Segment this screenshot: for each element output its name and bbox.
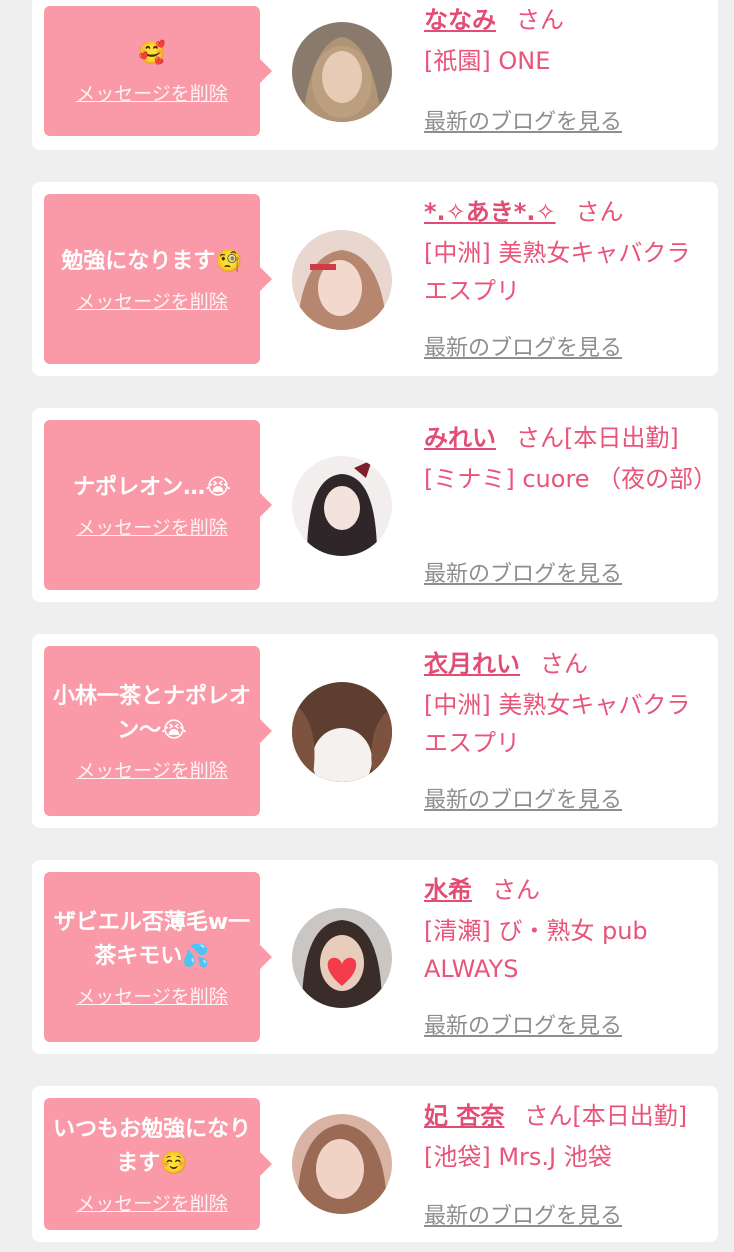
user-name-link[interactable]: 水希 bbox=[424, 876, 472, 904]
message-bubble: 小林一茶とナポレオン〜😭 メッセージを削除 bbox=[44, 646, 272, 816]
message-text: 小林一茶とナポレオン〜😭 bbox=[52, 683, 251, 743]
message-card: いつもお勉強になります☺️ メッセージを削除 妃 杏奈 さん[本日出勤] [池袋]… bbox=[32, 1086, 718, 1242]
shop-name: [祇園] ONE bbox=[424, 47, 551, 75]
delete-message-link[interactable]: メッセージを削除 bbox=[76, 756, 228, 783]
user-name-link[interactable]: 妃 杏奈 bbox=[424, 1102, 504, 1130]
avatar[interactable] bbox=[292, 1114, 392, 1214]
name-line: ななみ さん bbox=[424, 2, 712, 38]
message-feed: 🥰 メッセージを削除 ななみ さん [祇園] ONE 最新のブログを見る 勉強にな… bbox=[0, 0, 734, 1252]
delete-message-link[interactable]: メッセージを削除 bbox=[76, 79, 228, 106]
avatar[interactable] bbox=[292, 908, 392, 1008]
user-name-link[interactable]: みれい bbox=[424, 424, 496, 452]
avatar[interactable] bbox=[292, 230, 392, 330]
name-line: みれい さん[本日出勤] bbox=[424, 420, 712, 456]
name-line: *.✧あき*.✧ さん bbox=[424, 194, 712, 230]
user-info: みれい さん[本日出勤] [ミナミ] cuore （夜の部） bbox=[424, 420, 718, 498]
message-bubble: ナポレオン…😭 メッセージを削除 bbox=[44, 420, 272, 590]
message-card: ザビエル否薄毛w一茶キモい💦 メッセージを削除 水希 さん [清瀬] び・熟女 p… bbox=[32, 860, 718, 1054]
shop-name: [ミナミ] cuore （夜の部） bbox=[424, 465, 718, 493]
view-latest-blog-link[interactable]: 最新のブログを見る bbox=[424, 782, 622, 814]
message-bubble: 🥰 メッセージを削除 bbox=[44, 6, 272, 136]
name-line: 妃 杏奈 さん[本日出勤] bbox=[424, 1098, 712, 1134]
delete-message-link[interactable]: メッセージを削除 bbox=[76, 513, 228, 540]
message-bubble: ザビエル否薄毛w一茶キモい💦 メッセージを削除 bbox=[44, 872, 272, 1042]
message-card: 勉強になります🧐 メッセージを削除 *.✧あき*.✧ さん [中洲] 美熟女キャバ… bbox=[32, 182, 718, 376]
shop-name: [中洲] 美熟女キャバクラ エスプリ bbox=[424, 691, 691, 757]
delete-message-link[interactable]: メッセージを削除 bbox=[76, 287, 228, 314]
shop-name: [清瀬] び・熟女 pub ALWAYS bbox=[424, 917, 648, 983]
message-card: 小林一茶とナポレオン〜😭 メッセージを削除 衣月れい さん [中洲] 美熟女キャバ… bbox=[32, 634, 718, 828]
honorific: さん[本日出勤] bbox=[516, 424, 679, 452]
name-line: 衣月れい さん bbox=[424, 646, 712, 682]
message-text: 🥰 bbox=[138, 40, 166, 66]
name-line: 水希 さん bbox=[424, 872, 712, 908]
honorific: さん bbox=[575, 198, 624, 226]
message-text: ナポレオン…😭 bbox=[73, 474, 231, 500]
honorific: さん[本日出勤] bbox=[524, 1102, 688, 1130]
shop-name: [中洲] 美熟女キャバクラ エスプリ bbox=[424, 239, 691, 305]
message-card: 🥰 メッセージを削除 ななみ さん [祇園] ONE 最新のブログを見る bbox=[32, 0, 718, 150]
user-info: 衣月れい さん [中洲] 美熟女キャバクラ エスプリ bbox=[424, 646, 712, 762]
user-info: 妃 杏奈 さん[本日出勤] [池袋] Mrs.J 池袋 bbox=[424, 1098, 712, 1176]
delete-message-link[interactable]: メッセージを削除 bbox=[76, 1189, 228, 1216]
view-latest-blog-link[interactable]: 最新のブログを見る bbox=[424, 330, 622, 362]
user-info: ななみ さん [祇園] ONE bbox=[424, 2, 712, 80]
message-bubble: 勉強になります🧐 メッセージを削除 bbox=[44, 194, 272, 364]
honorific: さん bbox=[492, 876, 540, 904]
message-card: ナポレオン…😭 メッセージを削除 みれい さん[本日出勤] [ミナミ] cuore… bbox=[32, 408, 718, 602]
user-info: 水希 さん [清瀬] び・熟女 pub ALWAYS bbox=[424, 872, 712, 988]
view-latest-blog-link[interactable]: 最新のブログを見る bbox=[424, 104, 622, 136]
avatar[interactable] bbox=[292, 456, 392, 556]
avatar[interactable] bbox=[292, 682, 392, 782]
user-name-link[interactable]: *.✧あき*.✧ bbox=[424, 198, 556, 226]
user-name-link[interactable]: ななみ bbox=[424, 6, 496, 34]
delete-message-link[interactable]: メッセージを削除 bbox=[76, 982, 228, 1009]
view-latest-blog-link[interactable]: 最新のブログを見る bbox=[424, 1008, 622, 1040]
shop-name: [池袋] Mrs.J 池袋 bbox=[424, 1143, 612, 1171]
message-text: ザビエル否薄毛w一茶キモい💦 bbox=[53, 909, 251, 969]
user-info: *.✧あき*.✧ さん [中洲] 美熟女キャバクラ エスプリ bbox=[424, 194, 712, 310]
user-name-link[interactable]: 衣月れい bbox=[424, 650, 520, 678]
view-latest-blog-link[interactable]: 最新のブログを見る bbox=[424, 556, 622, 588]
message-text: いつもお勉強になります☺️ bbox=[52, 1116, 251, 1176]
message-text: 勉強になります🧐 bbox=[61, 248, 243, 274]
avatar[interactable] bbox=[292, 22, 392, 122]
view-latest-blog-link[interactable]: 最新のブログを見る bbox=[424, 1198, 622, 1230]
honorific: さん bbox=[540, 650, 588, 678]
message-bubble: いつもお勉強になります☺️ メッセージを削除 bbox=[44, 1098, 272, 1230]
honorific: さん bbox=[516, 6, 564, 34]
